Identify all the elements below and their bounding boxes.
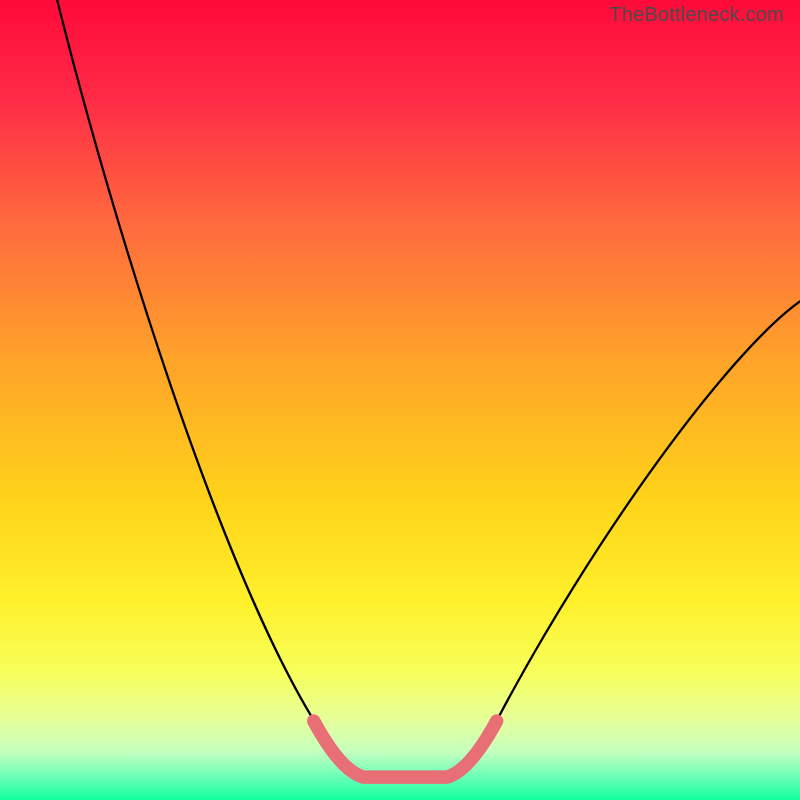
curve-main: [57, 0, 800, 777]
chart-frame: TheBottleneck.com: [0, 0, 800, 800]
curve-sweetspot-highlight: [314, 721, 497, 777]
bottleneck-curve: [0, 0, 800, 800]
watermark-text: TheBottleneck.com: [609, 4, 784, 27]
